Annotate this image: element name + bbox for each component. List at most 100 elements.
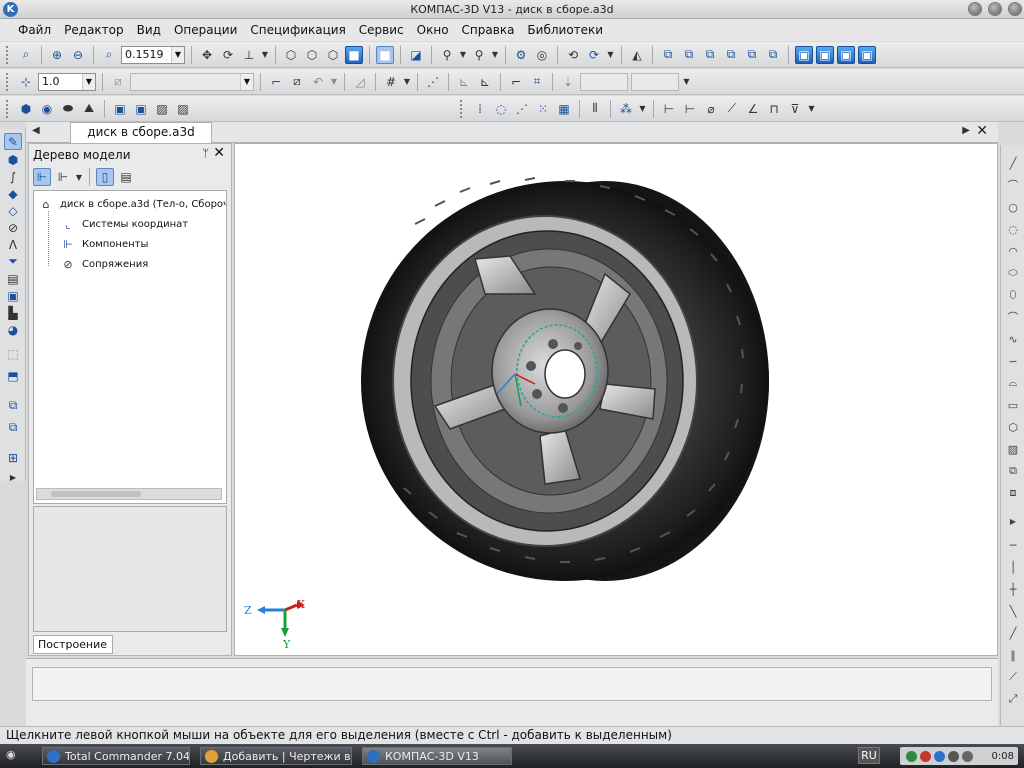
- toolbar-grip[interactable]: [6, 72, 10, 91]
- loft-icon[interactable]: ⛰: [80, 100, 98, 118]
- chevron-down-icon[interactable]: ▼: [171, 46, 184, 63]
- view-iso-3-icon[interactable]: ▣: [837, 45, 855, 64]
- insert-icon[interactable]: ⬒: [4, 367, 22, 384]
- cut-kinematic-icon[interactable]: ▨: [153, 100, 171, 118]
- panel-scroll-icon[interactable]: ▶: [1004, 513, 1022, 529]
- ellipse-axis-icon[interactable]: ⬯: [1004, 287, 1022, 303]
- array-local-icon[interactable]: ⁂: [617, 100, 635, 118]
- arc-icon[interactable]: ◠: [1004, 243, 1022, 259]
- line-angle-icon[interactable]: ╱: [1004, 625, 1022, 641]
- arc-3pt-icon[interactable]: ⌒: [1004, 309, 1022, 325]
- undo-icon[interactable]: ↶: [309, 73, 327, 91]
- curve-icon[interactable]: ∽: [1004, 353, 1022, 369]
- line-bisector-icon[interactable]: ⟋: [1004, 669, 1022, 685]
- copy-icon[interactable]: ⧉: [4, 397, 22, 414]
- task-browser[interactable]: Добавить | Чертежи в м...: [200, 747, 352, 765]
- rebuild-icon[interactable]: ⟲: [564, 46, 582, 64]
- start-icon[interactable]: ◉: [6, 748, 16, 761]
- task-total-commander[interactable]: Total Commander 7.04 - ...: [42, 747, 190, 765]
- parametric-icon[interactable]: ⌗: [528, 73, 546, 91]
- array-circle-icon[interactable]: ◌: [492, 100, 510, 118]
- toolbar-grip[interactable]: [6, 45, 10, 64]
- roughness-icon[interactable]: ⊽: [786, 100, 804, 118]
- spec-icon[interactable]: ▤: [4, 270, 22, 287]
- dimensions-tool-icon[interactable]: Λ: [4, 236, 22, 253]
- extrude-icon[interactable]: ⬢: [17, 100, 35, 118]
- tree-item-components[interactable]: ⊩ Компоненты: [60, 235, 148, 253]
- view-bottom-icon[interactable]: ⧉: [764, 46, 782, 64]
- dropdown-icon[interactable]: ▼: [330, 73, 338, 91]
- zoom-combo[interactable]: 0.1519 ▼: [121, 45, 185, 64]
- filter-icon[interactable]: ⚲: [438, 46, 456, 64]
- sketch-icon[interactable]: ⌐: [267, 73, 285, 91]
- contour-icon[interactable]: ⧉: [1004, 463, 1022, 479]
- refresh-icon[interactable]: ⟳: [585, 46, 603, 64]
- equidistant-icon[interactable]: ⧈: [1004, 485, 1022, 501]
- plane-icon[interactable]: ◿: [351, 73, 369, 91]
- view-iso-1-icon[interactable]: ▣: [795, 45, 813, 64]
- network-icon[interactable]: [962, 750, 973, 762]
- dropdown-icon[interactable]: ▼: [403, 73, 411, 91]
- aux-geometry-icon[interactable]: ◇: [4, 202, 22, 219]
- menu-view[interactable]: Вид: [137, 23, 161, 37]
- kinematic-icon[interactable]: ⬬: [59, 100, 77, 118]
- filter-tool-icon[interactable]: ⏷: [4, 253, 22, 270]
- ellipse-icon[interactable]: ⬭: [1004, 265, 1022, 281]
- sheet-metal-icon[interactable]: ◕: [4, 321, 22, 338]
- maximize-button[interactable]: [989, 3, 1001, 15]
- menu-service[interactable]: Сервис: [359, 23, 404, 37]
- section-icon[interactable]: ◭: [628, 46, 646, 64]
- toolbar-grip[interactable]: [460, 99, 464, 118]
- designation-icon[interactable]: ⊓: [765, 100, 783, 118]
- tab-scroll-left-icon[interactable]: ◀: [32, 125, 40, 136]
- minimize-button[interactable]: [969, 3, 981, 15]
- view-left-icon[interactable]: ⧉: [701, 46, 719, 64]
- array-curve-icon[interactable]: ⋰: [513, 100, 531, 118]
- coord-x-field[interactable]: [580, 72, 628, 91]
- scroll-thumb[interactable]: [51, 491, 141, 497]
- menu-libraries[interactable]: Библиотеки: [527, 23, 603, 37]
- toolbar-grip[interactable]: [6, 99, 10, 118]
- cut-rotate-icon[interactable]: ▣: [132, 100, 150, 118]
- wheel-model[interactable]: [235, 144, 998, 656]
- view-right-icon[interactable]: ⧉: [722, 46, 740, 64]
- dropdown-icon[interactable]: ▼: [261, 46, 269, 64]
- bezier-icon[interactable]: ⌓: [1004, 375, 1022, 391]
- hatch-icon[interactable]: ▨: [1004, 441, 1022, 457]
- menu-help[interactable]: Справка: [462, 23, 515, 37]
- corner-icon[interactable]: ⌐: [507, 73, 525, 91]
- volume-icon[interactable]: [948, 750, 959, 762]
- ortho-icon[interactable]: ⊾: [476, 73, 494, 91]
- language-indicator[interactable]: RU: [858, 747, 880, 764]
- zoom-in-icon[interactable]: ⊕: [48, 46, 66, 64]
- properties-icon[interactable]: ◎: [533, 46, 551, 64]
- chevron-down-icon[interactable]: ▼: [82, 73, 95, 90]
- circle-icon[interactable]: ○: [1004, 199, 1022, 215]
- view-iso-4-icon[interactable]: ▣: [858, 45, 876, 64]
- hidden-thin-icon[interactable]: ⬡: [324, 46, 342, 64]
- surfaces-icon[interactable]: ◆: [4, 185, 22, 202]
- model-viewport[interactable]: X Z Y: [234, 143, 998, 656]
- zoom-out-icon[interactable]: ⊖: [69, 46, 87, 64]
- dim-horizontal-icon[interactable]: ⊢: [681, 100, 699, 118]
- polygon-icon[interactable]: ⬡: [1004, 419, 1022, 435]
- tree-item-root[interactable]: ⌂ диск в сборе.a3d (Тел-о, Сборочн: [38, 195, 227, 213]
- line-h-icon[interactable]: ─: [1004, 537, 1022, 553]
- orientation-icon[interactable]: ⊥: [240, 46, 258, 64]
- spline-icon[interactable]: ∿: [1004, 331, 1022, 347]
- line-auxiliary-icon[interactable]: ⤢: [1004, 691, 1022, 707]
- mates-tool-icon[interactable]: ⊘: [4, 219, 22, 236]
- line-perp-icon[interactable]: ┼: [1004, 581, 1022, 597]
- grid-step-icon[interactable]: ⊹: [17, 73, 35, 91]
- dropdown-icon[interactable]: ▼: [75, 168, 83, 186]
- cut-loft-icon[interactable]: ▨: [174, 100, 192, 118]
- reports-icon[interactable]: ▣: [4, 287, 22, 304]
- dropdown-icon[interactable]: ▼: [491, 46, 499, 64]
- tree-item-coordinates[interactable]: ⌞ Системы координат: [60, 215, 188, 233]
- variables-icon[interactable]: ⊞: [4, 449, 22, 466]
- menu-operations[interactable]: Операции: [174, 23, 237, 37]
- edit-assembly-icon[interactable]: ✎: [4, 133, 22, 150]
- close-document-icon[interactable]: ✕: [976, 123, 988, 139]
- coordinates-icon[interactable]: ⇣: [559, 73, 577, 91]
- tree-view-icon[interactable]: ▯: [96, 168, 114, 186]
